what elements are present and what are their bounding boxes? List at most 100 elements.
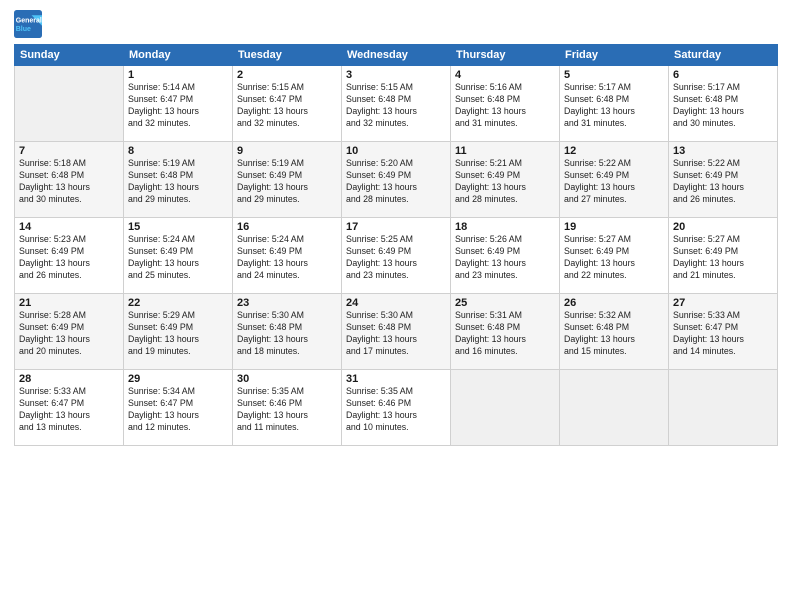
day-info: Sunrise: 5:22 AM Sunset: 6:49 PM Dayligh… bbox=[564, 158, 664, 206]
day-number: 31 bbox=[346, 373, 446, 385]
day-info: Sunrise: 5:23 AM Sunset: 6:49 PM Dayligh… bbox=[19, 234, 119, 282]
day-info: Sunrise: 5:17 AM Sunset: 6:48 PM Dayligh… bbox=[673, 82, 773, 130]
page: General Blue Sunday Monday Tuesday Wedne… bbox=[0, 0, 792, 612]
calendar-cell: 27Sunrise: 5:33 AM Sunset: 6:47 PM Dayli… bbox=[669, 294, 778, 370]
day-info: Sunrise: 5:30 AM Sunset: 6:48 PM Dayligh… bbox=[346, 310, 446, 358]
calendar-cell: 24Sunrise: 5:30 AM Sunset: 6:48 PM Dayli… bbox=[342, 294, 451, 370]
calendar-cell: 18Sunrise: 5:26 AM Sunset: 6:49 PM Dayli… bbox=[451, 218, 560, 294]
calendar-cell: 16Sunrise: 5:24 AM Sunset: 6:49 PM Dayli… bbox=[233, 218, 342, 294]
calendar-cell bbox=[15, 66, 124, 142]
calendar-cell: 7Sunrise: 5:18 AM Sunset: 6:48 PM Daylig… bbox=[15, 142, 124, 218]
col-saturday: Saturday bbox=[669, 45, 778, 66]
calendar-cell: 23Sunrise: 5:30 AM Sunset: 6:48 PM Dayli… bbox=[233, 294, 342, 370]
calendar-week-row: 7Sunrise: 5:18 AM Sunset: 6:48 PM Daylig… bbox=[15, 142, 778, 218]
calendar-cell: 21Sunrise: 5:28 AM Sunset: 6:49 PM Dayli… bbox=[15, 294, 124, 370]
day-number: 3 bbox=[346, 69, 446, 81]
day-info: Sunrise: 5:18 AM Sunset: 6:48 PM Dayligh… bbox=[19, 158, 119, 206]
day-number: 10 bbox=[346, 145, 446, 157]
calendar-cell: 12Sunrise: 5:22 AM Sunset: 6:49 PM Dayli… bbox=[560, 142, 669, 218]
calendar-body: 1Sunrise: 5:14 AM Sunset: 6:47 PM Daylig… bbox=[15, 66, 778, 446]
day-info: Sunrise: 5:27 AM Sunset: 6:49 PM Dayligh… bbox=[673, 234, 773, 282]
day-info: Sunrise: 5:35 AM Sunset: 6:46 PM Dayligh… bbox=[237, 386, 337, 434]
calendar-cell: 5Sunrise: 5:17 AM Sunset: 6:48 PM Daylig… bbox=[560, 66, 669, 142]
day-number: 5 bbox=[564, 69, 664, 81]
day-info: Sunrise: 5:21 AM Sunset: 6:49 PM Dayligh… bbox=[455, 158, 555, 206]
calendar-cell: 15Sunrise: 5:24 AM Sunset: 6:49 PM Dayli… bbox=[124, 218, 233, 294]
day-info: Sunrise: 5:19 AM Sunset: 6:49 PM Dayligh… bbox=[237, 158, 337, 206]
day-number: 22 bbox=[128, 297, 228, 309]
calendar-cell: 2Sunrise: 5:15 AM Sunset: 6:47 PM Daylig… bbox=[233, 66, 342, 142]
day-number: 11 bbox=[455, 145, 555, 157]
day-info: Sunrise: 5:31 AM Sunset: 6:48 PM Dayligh… bbox=[455, 310, 555, 358]
calendar-cell: 22Sunrise: 5:29 AM Sunset: 6:49 PM Dayli… bbox=[124, 294, 233, 370]
day-number: 1 bbox=[128, 69, 228, 81]
day-number: 15 bbox=[128, 221, 228, 233]
day-info: Sunrise: 5:32 AM Sunset: 6:48 PM Dayligh… bbox=[564, 310, 664, 358]
day-number: 19 bbox=[564, 221, 664, 233]
day-info: Sunrise: 5:34 AM Sunset: 6:47 PM Dayligh… bbox=[128, 386, 228, 434]
calendar-cell: 11Sunrise: 5:21 AM Sunset: 6:49 PM Dayli… bbox=[451, 142, 560, 218]
day-number: 24 bbox=[346, 297, 446, 309]
day-number: 28 bbox=[19, 373, 119, 385]
col-thursday: Thursday bbox=[451, 45, 560, 66]
header: General Blue bbox=[14, 10, 778, 38]
day-info: Sunrise: 5:15 AM Sunset: 6:47 PM Dayligh… bbox=[237, 82, 337, 130]
day-number: 23 bbox=[237, 297, 337, 309]
calendar-week-row: 14Sunrise: 5:23 AM Sunset: 6:49 PM Dayli… bbox=[15, 218, 778, 294]
calendar-cell: 10Sunrise: 5:20 AM Sunset: 6:49 PM Dayli… bbox=[342, 142, 451, 218]
calendar-cell bbox=[669, 370, 778, 446]
calendar-week-row: 28Sunrise: 5:33 AM Sunset: 6:47 PM Dayli… bbox=[15, 370, 778, 446]
calendar-cell: 29Sunrise: 5:34 AM Sunset: 6:47 PM Dayli… bbox=[124, 370, 233, 446]
calendar-cell: 3Sunrise: 5:15 AM Sunset: 6:48 PM Daylig… bbox=[342, 66, 451, 142]
day-info: Sunrise: 5:24 AM Sunset: 6:49 PM Dayligh… bbox=[128, 234, 228, 282]
day-number: 13 bbox=[673, 145, 773, 157]
logo: General Blue bbox=[14, 10, 42, 38]
day-info: Sunrise: 5:28 AM Sunset: 6:49 PM Dayligh… bbox=[19, 310, 119, 358]
col-monday: Monday bbox=[124, 45, 233, 66]
day-info: Sunrise: 5:22 AM Sunset: 6:49 PM Dayligh… bbox=[673, 158, 773, 206]
calendar-cell: 26Sunrise: 5:32 AM Sunset: 6:48 PM Dayli… bbox=[560, 294, 669, 370]
day-info: Sunrise: 5:33 AM Sunset: 6:47 PM Dayligh… bbox=[19, 386, 119, 434]
col-wednesday: Wednesday bbox=[342, 45, 451, 66]
logo-icon: General Blue bbox=[14, 10, 42, 38]
calendar-cell: 8Sunrise: 5:19 AM Sunset: 6:48 PM Daylig… bbox=[124, 142, 233, 218]
calendar-cell: 9Sunrise: 5:19 AM Sunset: 6:49 PM Daylig… bbox=[233, 142, 342, 218]
calendar-cell: 13Sunrise: 5:22 AM Sunset: 6:49 PM Dayli… bbox=[669, 142, 778, 218]
svg-text:Blue: Blue bbox=[16, 26, 31, 33]
day-number: 4 bbox=[455, 69, 555, 81]
day-number: 16 bbox=[237, 221, 337, 233]
day-info: Sunrise: 5:35 AM Sunset: 6:46 PM Dayligh… bbox=[346, 386, 446, 434]
col-friday: Friday bbox=[560, 45, 669, 66]
calendar-cell: 4Sunrise: 5:16 AM Sunset: 6:48 PM Daylig… bbox=[451, 66, 560, 142]
svg-text:General: General bbox=[16, 17, 42, 24]
day-number: 18 bbox=[455, 221, 555, 233]
day-info: Sunrise: 5:15 AM Sunset: 6:48 PM Dayligh… bbox=[346, 82, 446, 130]
day-info: Sunrise: 5:30 AM Sunset: 6:48 PM Dayligh… bbox=[237, 310, 337, 358]
calendar-cell: 20Sunrise: 5:27 AM Sunset: 6:49 PM Dayli… bbox=[669, 218, 778, 294]
day-number: 7 bbox=[19, 145, 119, 157]
day-number: 30 bbox=[237, 373, 337, 385]
day-info: Sunrise: 5:33 AM Sunset: 6:47 PM Dayligh… bbox=[673, 310, 773, 358]
day-info: Sunrise: 5:16 AM Sunset: 6:48 PM Dayligh… bbox=[455, 82, 555, 130]
calendar-week-row: 1Sunrise: 5:14 AM Sunset: 6:47 PM Daylig… bbox=[15, 66, 778, 142]
calendar-week-row: 21Sunrise: 5:28 AM Sunset: 6:49 PM Dayli… bbox=[15, 294, 778, 370]
day-number: 20 bbox=[673, 221, 773, 233]
day-number: 2 bbox=[237, 69, 337, 81]
day-info: Sunrise: 5:19 AM Sunset: 6:48 PM Dayligh… bbox=[128, 158, 228, 206]
day-info: Sunrise: 5:29 AM Sunset: 6:49 PM Dayligh… bbox=[128, 310, 228, 358]
calendar-cell: 17Sunrise: 5:25 AM Sunset: 6:49 PM Dayli… bbox=[342, 218, 451, 294]
col-tuesday: Tuesday bbox=[233, 45, 342, 66]
header-row: Sunday Monday Tuesday Wednesday Thursday… bbox=[15, 45, 778, 66]
calendar-table: Sunday Monday Tuesday Wednesday Thursday… bbox=[14, 44, 778, 446]
day-number: 25 bbox=[455, 297, 555, 309]
day-info: Sunrise: 5:27 AM Sunset: 6:49 PM Dayligh… bbox=[564, 234, 664, 282]
day-number: 8 bbox=[128, 145, 228, 157]
day-info: Sunrise: 5:20 AM Sunset: 6:49 PM Dayligh… bbox=[346, 158, 446, 206]
calendar-cell: 25Sunrise: 5:31 AM Sunset: 6:48 PM Dayli… bbox=[451, 294, 560, 370]
day-number: 27 bbox=[673, 297, 773, 309]
day-info: Sunrise: 5:17 AM Sunset: 6:48 PM Dayligh… bbox=[564, 82, 664, 130]
calendar-cell: 14Sunrise: 5:23 AM Sunset: 6:49 PM Dayli… bbox=[15, 218, 124, 294]
day-info: Sunrise: 5:24 AM Sunset: 6:49 PM Dayligh… bbox=[237, 234, 337, 282]
calendar-cell: 30Sunrise: 5:35 AM Sunset: 6:46 PM Dayli… bbox=[233, 370, 342, 446]
calendar-cell bbox=[560, 370, 669, 446]
